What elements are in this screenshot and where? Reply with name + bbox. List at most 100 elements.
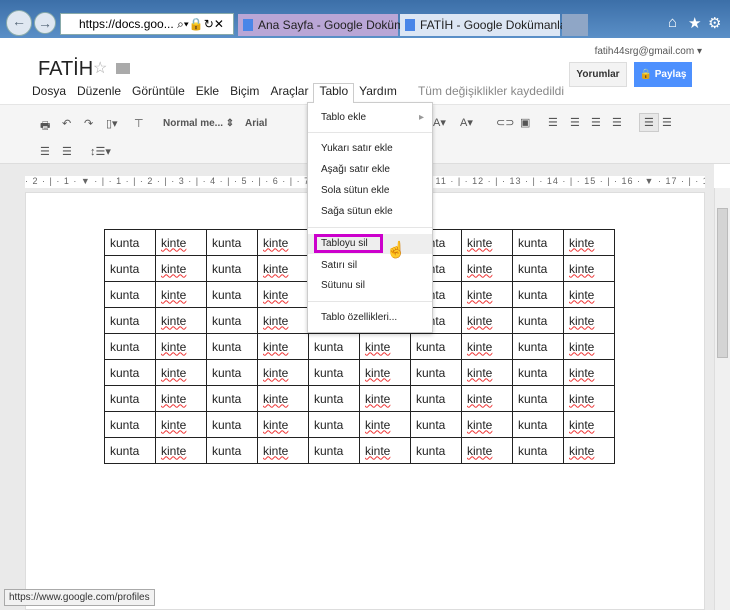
menu-item-insert-column-right[interactable]: Sağa sütun ekle [321, 206, 393, 217]
table-cell[interactable]: kinte [257, 307, 309, 334]
style-select[interactable]: Normal me... ⇕ [163, 118, 234, 129]
table-cell[interactable]: kinte [563, 307, 615, 334]
table-cell[interactable]: kunta [104, 333, 156, 360]
table-cell[interactable]: kunta [512, 333, 564, 360]
table-cell[interactable]: kunta [410, 411, 462, 438]
table-cell[interactable]: kinte [257, 255, 309, 282]
menu-item-delete-row[interactable]: Satırı sil [321, 260, 357, 271]
scrollbar[interactable] [714, 188, 730, 610]
table-cell[interactable]: kunta [104, 411, 156, 438]
table-cell[interactable]: kunta [104, 437, 156, 464]
home-icon[interactable]: ⌂ [668, 14, 677, 31]
menu-goruntule[interactable]: Görüntüle [132, 84, 185, 98]
table-cell[interactable]: kunta [512, 307, 564, 334]
menu-item-delete-column[interactable]: Sütunu sil [321, 280, 365, 291]
table-cell[interactable]: kinte [461, 437, 513, 464]
table-cell[interactable]: kinte [461, 281, 513, 308]
star-icon[interactable]: ☆ [93, 58, 107, 78]
table-cell[interactable]: kinte [563, 411, 615, 438]
table-cell[interactable]: kinte [563, 359, 615, 386]
table-cell[interactable]: kunta [104, 255, 156, 282]
font-select[interactable]: Arial [245, 118, 267, 129]
image-icon[interactable]: ▣ [520, 116, 530, 129]
text-color-icon[interactable]: A▾ [433, 116, 446, 129]
menu-tablo[interactable]: Tablo [313, 83, 355, 103]
table-cell[interactable]: kunta [512, 359, 564, 386]
menu-duzenle[interactable]: Düzenle [77, 84, 121, 98]
table-cell[interactable]: kinte [155, 385, 207, 412]
table-cell[interactable]: kinte [563, 229, 615, 256]
share-button[interactable]: 🔒 Paylaş [634, 62, 692, 87]
table-cell[interactable]: kunta [512, 255, 564, 282]
table-cell[interactable]: kunta [206, 437, 258, 464]
menu-item-table-properties[interactable]: Tablo özellikleri... [321, 312, 397, 323]
table-cell[interactable]: kinte [461, 385, 513, 412]
table-cell[interactable]: kunta [104, 359, 156, 386]
table-cell[interactable]: kunta [206, 229, 258, 256]
table-cell[interactable]: kinte [461, 359, 513, 386]
table-cell[interactable]: kinte [461, 229, 513, 256]
table-cell[interactable]: kinte [257, 385, 309, 412]
address-bar[interactable]: https://docs.goo... ⌕▾🔒↻✕ [60, 13, 234, 35]
table-cell[interactable]: kinte [563, 385, 615, 412]
table-cell[interactable]: kinte [155, 281, 207, 308]
table-cell[interactable]: kunta [308, 359, 360, 386]
table-cell[interactable]: kinte [359, 437, 411, 464]
table-cell[interactable]: kunta [104, 281, 156, 308]
table-cell[interactable]: kunta [410, 359, 462, 386]
table-cell[interactable]: kunta [206, 411, 258, 438]
table-cell[interactable]: kinte [155, 229, 207, 256]
table-cell[interactable]: kunta [206, 333, 258, 360]
account-email[interactable]: fatih44srg@gmail.com ▾ [595, 46, 702, 57]
tab-ana-sayfa[interactable]: Ana Sayfa - Google Dokümanlar [238, 14, 431, 36]
menu-dosya[interactable]: Dosya [32, 84, 66, 98]
paint-format-icon[interactable]: ⊤ [134, 117, 144, 130]
table-cell[interactable]: kinte [461, 333, 513, 360]
table-cell[interactable]: kunta [410, 385, 462, 412]
bullet-list-icon[interactable]: ☰ [570, 116, 580, 129]
paint-icon[interactable]: ▯▾ [106, 117, 118, 130]
new-tab-button[interactable] [562, 14, 588, 36]
menu-yardim[interactable]: Yardım [359, 84, 397, 98]
table-cell[interactable]: kinte [257, 411, 309, 438]
table-cell[interactable]: kunta [512, 411, 564, 438]
doc-title[interactable]: FATİH [38, 58, 93, 81]
gear-icon[interactable]: ⚙ [708, 14, 721, 32]
align-left-icon[interactable]: ☰ [639, 113, 659, 132]
table-cell[interactable]: kunta [512, 385, 564, 412]
star-icon[interactable]: ★ [688, 14, 701, 32]
justify-icon[interactable]: ☰ [62, 145, 72, 158]
table-cell[interactable]: kinte [563, 255, 615, 282]
table-cell[interactable]: kinte [155, 411, 207, 438]
forward-icon[interactable]: → [34, 12, 56, 34]
menu-item-insert-row-below[interactable]: Aşağı satır ekle [321, 164, 390, 175]
table-cell[interactable]: kunta [206, 307, 258, 334]
align-right-icon[interactable]: ☰ [40, 145, 50, 158]
table-cell[interactable]: kunta [308, 411, 360, 438]
redo-icon[interactable]: ↷ [84, 117, 93, 130]
scrollbar-thumb[interactable] [717, 208, 728, 358]
table-cell[interactable]: kunta [512, 229, 564, 256]
table-cell[interactable]: kinte [359, 385, 411, 412]
table-cell[interactable]: kinte [563, 437, 615, 464]
menu-item-insert-table[interactable]: Tablo ekle ▸ [321, 112, 424, 123]
table-cell[interactable]: kinte [359, 333, 411, 360]
tab-fatih[interactable]: FATİH - Google Dokümanlar × [400, 14, 581, 36]
table-cell[interactable]: kunta [410, 437, 462, 464]
menu-item-insert-column-left[interactable]: Sola sütun ekle [321, 185, 389, 196]
table-cell[interactable]: kunta [104, 385, 156, 412]
line-spacing-icon[interactable]: ↕☰▾ [90, 145, 111, 158]
folder-icon[interactable] [116, 63, 130, 74]
table-cell[interactable]: kinte [257, 281, 309, 308]
table-cell[interactable]: kunta [308, 333, 360, 360]
menu-item-insert-row-above[interactable]: Yukarı satır ekle [321, 143, 393, 154]
table-cell[interactable]: kunta [512, 437, 564, 464]
table-cell[interactable]: kunta [410, 333, 462, 360]
numbered-list-icon[interactable]: ☰ [548, 116, 558, 129]
back-icon[interactable]: ← [6, 10, 32, 36]
table-cell[interactable]: kinte [359, 359, 411, 386]
table-cell[interactable]: kinte [257, 359, 309, 386]
table-cell[interactable]: kinte [257, 333, 309, 360]
table-cell[interactable]: kinte [155, 307, 207, 334]
table-cell[interactable]: kinte [359, 411, 411, 438]
